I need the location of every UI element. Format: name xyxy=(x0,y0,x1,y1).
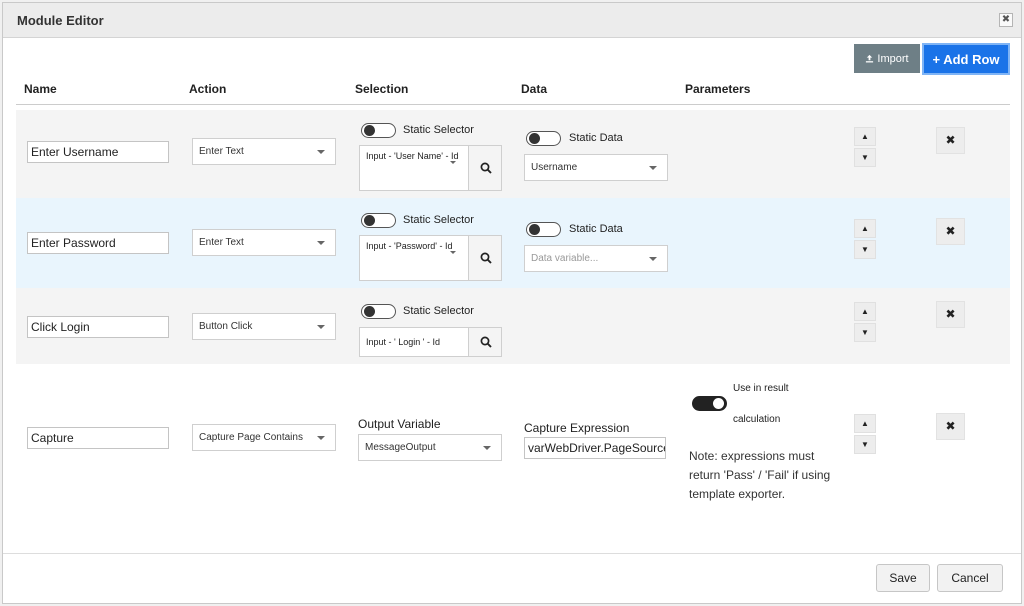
delete-row-button[interactable]: ✖ xyxy=(936,301,965,328)
move-down-button[interactable]: ▼ xyxy=(854,435,876,454)
data-select-value: Username xyxy=(531,162,578,173)
search-icon xyxy=(480,336,492,348)
row-name-input[interactable]: Capture xyxy=(27,427,169,449)
module-editor-dialog: Module Editor ✖ Import + Add Row Name Ac… xyxy=(2,2,1022,604)
column-header-name: Name xyxy=(24,82,57,96)
action-select[interactable]: Enter Text xyxy=(192,229,336,256)
table-row: Enter Username Enter Text Static Selecto… xyxy=(16,110,1010,198)
close-icon[interactable]: ✖ xyxy=(999,13,1013,27)
action-select[interactable]: Button Click xyxy=(192,313,336,340)
chevron-down-icon xyxy=(317,150,325,154)
table-row: Enter Password Enter Text Static Selecto… xyxy=(16,198,1010,288)
upload-icon xyxy=(866,54,874,63)
column-header-action: Action xyxy=(189,82,227,96)
action-select[interactable]: Capture Page Contains xyxy=(192,424,336,451)
static-selector-label: Static Selector xyxy=(403,305,474,317)
chevron-down-icon xyxy=(649,257,657,261)
column-header-parameters: Parameters xyxy=(685,82,751,96)
data-variable-select[interactable]: Data variable... xyxy=(524,245,668,272)
output-variable-value: MessageOutput xyxy=(365,442,436,453)
selector-search-button[interactable] xyxy=(469,146,502,190)
use-in-result-label: Use in result xyxy=(733,383,789,394)
output-variable-select[interactable]: MessageOutput xyxy=(358,434,502,461)
column-header-selection: Selection xyxy=(355,82,409,96)
cancel-button[interactable]: Cancel xyxy=(937,564,1003,592)
action-select-value: Capture Page Contains xyxy=(199,432,303,443)
static-data-label: Static Data xyxy=(569,132,623,144)
selector-select-value: Input - ' Login ' - Id xyxy=(366,337,440,347)
static-data-label: Static Data xyxy=(569,223,623,235)
static-data-toggle[interactable] xyxy=(526,222,561,237)
move-up-button[interactable]: ▲ xyxy=(854,414,876,433)
static-selector-toggle[interactable] xyxy=(361,123,396,138)
use-in-result-label-cont: calculation xyxy=(733,414,781,425)
footer-divider xyxy=(3,553,1021,554)
delete-row-button[interactable]: ✖ xyxy=(936,413,965,440)
action-select-value: Button Click xyxy=(199,321,253,332)
chevron-down-icon xyxy=(649,166,657,170)
selector-select[interactable]: Input - ' Login ' - Id xyxy=(360,328,469,356)
selector-search-button[interactable] xyxy=(469,236,502,280)
save-button[interactable]: Save xyxy=(876,564,930,592)
static-selector-label: Static Selector xyxy=(403,124,474,136)
capture-expression-label: Capture Expression xyxy=(524,421,630,435)
dialog-title: Module Editor xyxy=(17,13,104,28)
row-name-input[interactable]: Enter Username xyxy=(27,141,169,163)
move-up-button[interactable]: ▲ xyxy=(854,219,876,238)
action-select-value: Enter Text xyxy=(199,237,244,248)
search-icon xyxy=(480,252,492,264)
action-select[interactable]: Enter Text xyxy=(192,138,336,165)
import-button[interactable]: Import xyxy=(854,44,920,73)
search-icon xyxy=(480,162,492,174)
delete-row-button[interactable]: ✖ xyxy=(936,218,965,245)
data-variable-placeholder: Data variable... xyxy=(531,253,599,264)
selector-group: Input - 'Password' - Id xyxy=(359,235,502,281)
capture-note: Note: expressions must return 'Pass' / '… xyxy=(689,449,831,501)
add-row-button-label: + Add Row xyxy=(932,51,1000,67)
row-name-input[interactable]: Enter Password xyxy=(27,232,169,254)
selector-select-value: Input - 'User Name' - Id xyxy=(366,151,459,161)
selector-select[interactable]: Input - 'User Name' - Id xyxy=(360,146,469,190)
dialog-titlebar: Module Editor ✖ xyxy=(3,3,1021,38)
use-in-result-toggle[interactable] xyxy=(692,396,727,411)
move-down-button[interactable]: ▼ xyxy=(854,148,876,167)
chevron-down-icon xyxy=(317,241,325,245)
selector-search-button[interactable] xyxy=(469,328,502,356)
selector-select-value: Input - 'Password' - Id xyxy=(366,241,453,251)
static-data-toggle[interactable] xyxy=(526,131,561,146)
capture-expression-input[interactable]: varWebDriver.PageSource xyxy=(524,437,666,459)
selector-select[interactable]: Input - 'Password' - Id xyxy=(360,236,469,280)
static-selector-label: Static Selector xyxy=(403,214,474,226)
header-divider xyxy=(16,104,1010,105)
selector-group: Input - ' Login ' - Id xyxy=(359,327,502,357)
delete-row-button[interactable]: ✖ xyxy=(936,127,965,154)
output-variable-label: Output Variable xyxy=(358,417,441,431)
chevron-down-icon xyxy=(483,446,491,450)
chevron-down-icon xyxy=(317,325,325,329)
move-up-button[interactable]: ▲ xyxy=(854,127,876,146)
data-select[interactable]: Username xyxy=(524,154,668,181)
table-row: Click Login Button Click Static Selector… xyxy=(16,288,1010,364)
add-row-button[interactable]: + Add Row xyxy=(922,43,1010,75)
chevron-down-icon xyxy=(450,251,456,254)
static-selector-toggle[interactable] xyxy=(361,213,396,228)
move-down-button[interactable]: ▼ xyxy=(854,323,876,342)
chevron-down-icon xyxy=(450,161,456,164)
static-selector-toggle[interactable] xyxy=(361,304,396,319)
move-down-button[interactable]: ▼ xyxy=(854,240,876,259)
chevron-down-icon xyxy=(317,436,325,440)
action-select-value: Enter Text xyxy=(199,146,244,157)
move-up-button[interactable]: ▲ xyxy=(854,302,876,321)
column-header-data: Data xyxy=(521,82,548,96)
table-row: Capture Capture Page Contains Output Var… xyxy=(16,364,1010,514)
row-name-input[interactable]: Click Login xyxy=(27,316,169,338)
selector-group: Input - 'User Name' - Id xyxy=(359,145,502,191)
import-button-label: Import xyxy=(877,52,909,65)
